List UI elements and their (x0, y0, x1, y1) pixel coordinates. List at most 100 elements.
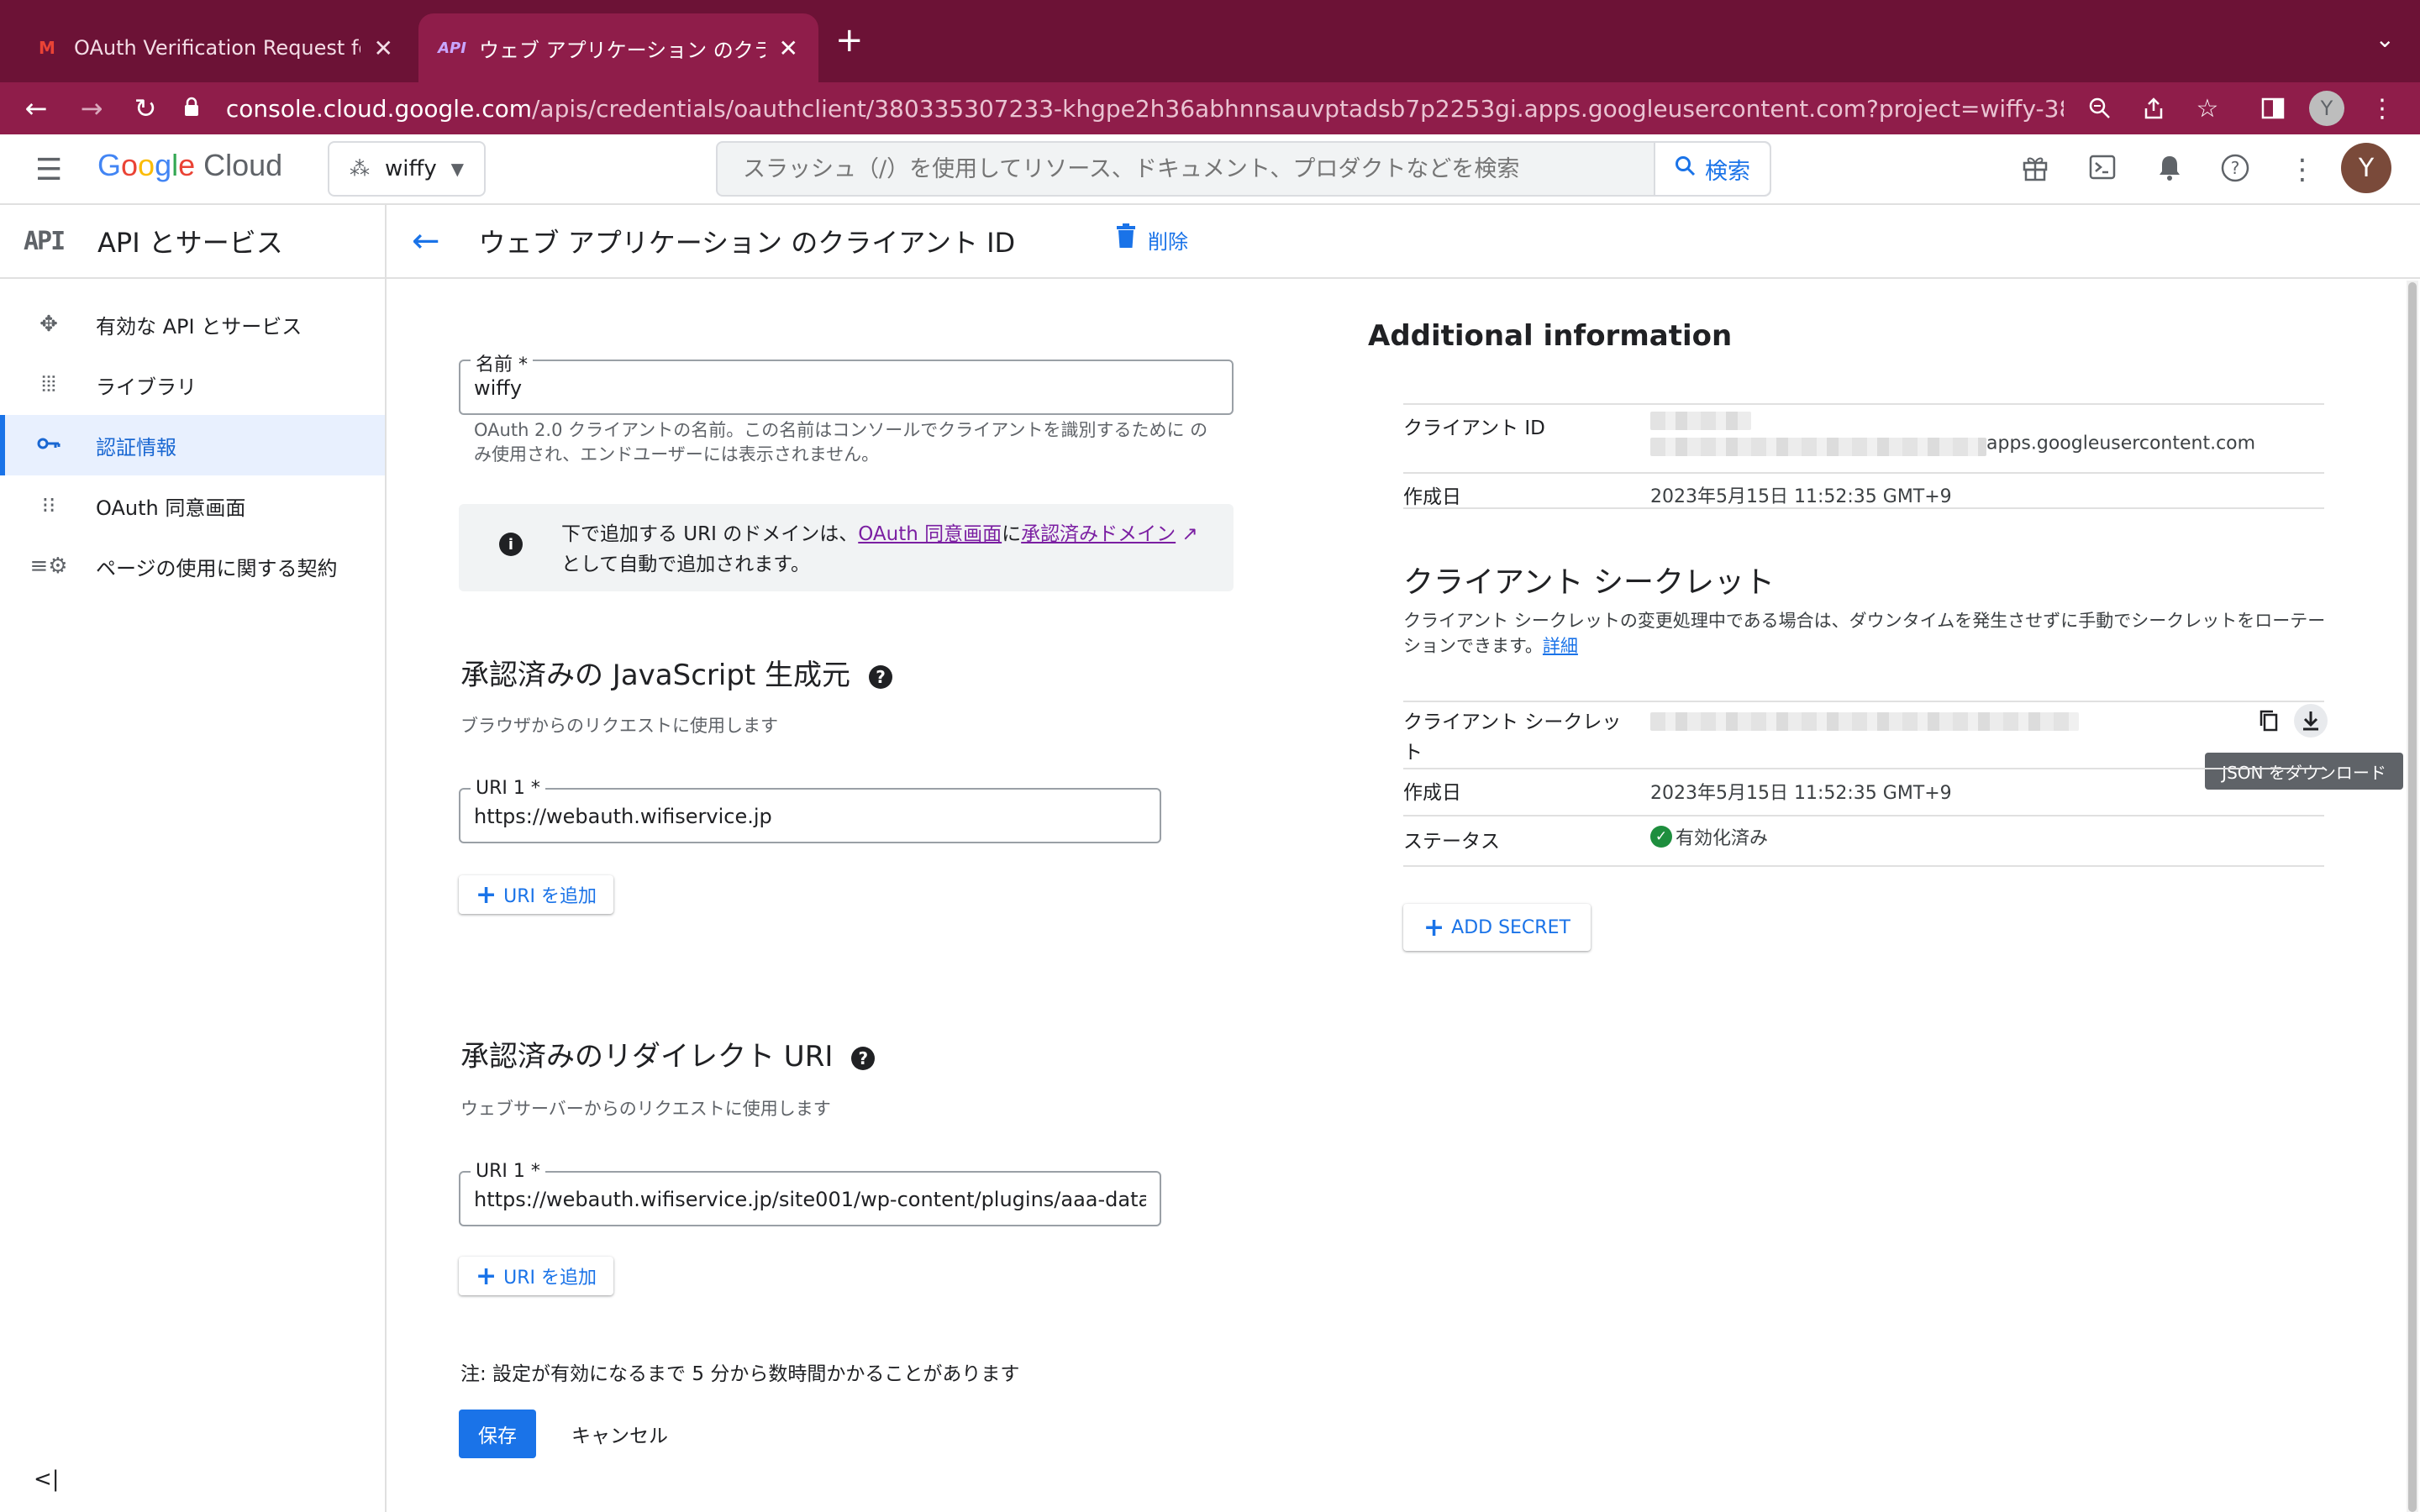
redirect-uri-field[interactable]: URI 1 * https://webauth.wifiservice.jp/s… (459, 1161, 1161, 1226)
redacted-text (1650, 712, 2079, 731)
js-origins-title-text: 承認済みの JavaScript 生成元 (460, 659, 851, 692)
cloud-shell-icon[interactable] (2084, 153, 2121, 189)
plus-icon: + (1423, 912, 1445, 942)
browser-menu-icon[interactable]: ⋮ (2365, 91, 2400, 126)
delete-button[interactable]: 削除 (1116, 223, 1188, 255)
info-text-suffix: として自動で追加されます。 (561, 554, 811, 575)
created-label: 作成日 (1403, 486, 1461, 508)
client-secret-description: クライアント シークレットの変更処理中である場合は、ダウンタイムを発生させずに手… (1403, 608, 2328, 659)
browser-tab-gmail[interactable]: M OAuth Verification Request for ✕ (13, 13, 413, 82)
back-icon[interactable]: ← (18, 91, 54, 126)
more-vert-icon[interactable]: ⋮ (2284, 153, 2321, 186)
divider (1403, 507, 2324, 509)
add-uri-label: URI を追加 (503, 886, 597, 907)
scrollbar-thumb[interactable] (2408, 282, 2417, 1512)
sidebar-item-oauth-consent[interactable]: ⁝⁝ OAuth 同意画面 (0, 475, 385, 536)
details-link[interactable]: 詳細 (1543, 636, 1578, 656)
search-button[interactable]: 検索 (1654, 143, 1770, 195)
search-input[interactable] (718, 143, 1654, 195)
name-field[interactable]: 名前 * wiffy (459, 349, 1234, 415)
add-redirect-uri-button[interactable]: + URI を追加 (459, 1257, 614, 1295)
logo-letter: o (121, 148, 139, 182)
url-host: console.cloud.google.com (225, 94, 532, 123)
tab-search-chevron-icon[interactable]: ⌄ (2375, 25, 2395, 53)
client-secret-value (1650, 711, 2079, 732)
download-icon[interactable] (2294, 704, 2328, 738)
uri-field-value: https://webauth.wifiservice.jp/site001/w… (474, 1188, 1146, 1211)
status-row: ステータス ✓ 有効化済み (1403, 815, 2324, 865)
plus-icon: + (476, 1261, 497, 1291)
help-icon[interactable]: ? (851, 1046, 876, 1070)
forward-icon[interactable]: → (74, 91, 109, 126)
copy-icon[interactable] (2259, 709, 2279, 738)
new-tab-icon[interactable]: + (835, 24, 864, 57)
close-tab-icon[interactable]: ✕ (374, 34, 393, 62)
search-bar: 検索 (716, 141, 1771, 197)
side-panel-icon[interactable] (2255, 91, 2291, 126)
info-icon: i (499, 533, 523, 556)
sidebar-item-label: 認証情報 (96, 435, 176, 459)
divider (1403, 865, 2324, 867)
info-banner-text: 下で追加する URI のドメインは、OAuth 同意画面に承認済みドメイン ↗ … (561, 519, 1198, 580)
account-avatar[interactable]: Y (2341, 143, 2391, 193)
sidebar-item-label: OAuth 同意画面 (96, 496, 246, 520)
sidebar-item-enabled-apis[interactable]: ✥ 有効な API とサービス (0, 294, 385, 354)
bookmark-star-icon[interactable]: ☆ (2190, 91, 2225, 126)
notifications-bell-icon[interactable] (2151, 153, 2188, 189)
collapse-sidebar-icon[interactable]: <| (34, 1467, 60, 1492)
close-tab-icon[interactable]: ✕ (779, 34, 798, 62)
add-secret-button[interactable]: + ADD SECRET (1403, 904, 1591, 951)
help-icon[interactable]: ? (2217, 153, 2254, 191)
created-value: 2023年5月15日 11:52:35 GMT+9 (1650, 486, 1952, 507)
cancel-button[interactable]: キャンセル (556, 1410, 683, 1458)
authorized-domains-link[interactable]: 承認済みドメイン (1021, 523, 1176, 545)
browser-toolbar: ← → ↻ console.cloud.google.com/apis/cred… (0, 82, 2420, 134)
tab-title: ウェブ アプリケーション のクライ (479, 38, 765, 62)
name-field-value: wiffy (474, 376, 523, 400)
gift-icon[interactable] (2017, 153, 2054, 189)
add-uri-label: URI を追加 (503, 1268, 597, 1289)
key-icon (24, 433, 74, 458)
address-bar[interactable]: console.cloud.google.com/apis/credential… (182, 87, 2064, 129)
js-origin-uri-field[interactable]: URI 1 * https://webauth.wifiservice.jp (459, 778, 1161, 843)
menu-icon[interactable]: ☰ (35, 153, 62, 187)
status-label: ステータス (1403, 831, 1500, 853)
back-arrow-icon[interactable]: ← (412, 222, 440, 260)
project-name: wiffy (385, 156, 437, 181)
sidebar-item-library[interactable]: ⦙⦙⦙ ライブラリ (0, 354, 385, 415)
save-button[interactable]: 保存 (459, 1410, 536, 1458)
sidebar-item-credentials[interactable]: 認証情報 (0, 415, 385, 475)
share-icon[interactable] (2136, 91, 2171, 126)
sidebar-item-page-usage-agreements[interactable]: ≡⚙ ページの使用に関する契約 (0, 536, 385, 596)
uri-field-label: URI 1 * (471, 778, 545, 799)
client-id-value: apps.googleusercontent.com (1650, 410, 2255, 456)
api-logo: API (24, 226, 66, 256)
name-field-label: 名前 * (471, 349, 533, 376)
sidebar-item-label: ライブラリ (96, 375, 197, 399)
add-js-origin-uri-button[interactable]: + URI を追加 (459, 875, 614, 914)
sidebar: API API とサービス ✥ 有効な API とサービス ⦙⦙⦙ ライブラリ … (0, 205, 387, 1512)
tab-title: OAuth Verification Request for (74, 36, 360, 60)
help-icon[interactable]: ? (869, 664, 893, 689)
client-id-label: クライアント ID (1403, 417, 1545, 439)
uri-field-label: URI 1 * (471, 1161, 545, 1182)
uri-field-value: https://webauth.wifiservice.jp (474, 805, 772, 828)
logo-letter: o (138, 148, 155, 182)
project-selector[interactable]: ⁂ wiffy ▼ (328, 141, 486, 197)
client-created-row: 作成日 2023年5月15日 11:52:35 GMT+9 (1403, 472, 2324, 509)
settings-list-icon: ≡⚙ (29, 554, 68, 579)
delete-label: 削除 (1148, 229, 1188, 254)
profile-avatar[interactable]: Y (2309, 91, 2344, 126)
zoom-icon[interactable] (2082, 91, 2118, 126)
browser-tab-active[interactable]: API ウェブ アプリケーション のクライ ✕ (418, 13, 818, 82)
google-cloud-logo[interactable]: Google Cloud (97, 148, 282, 183)
oauth-consent-link[interactable]: OAuth 同意画面 (858, 523, 1002, 545)
library-icon: ⦙⦙⦙ (41, 371, 56, 397)
redirect-uris-title-text: 承認済みのリダイレクト URI (460, 1040, 834, 1074)
reload-icon[interactable]: ↻ (128, 91, 163, 126)
diamond-arrows-icon: ✥ (39, 312, 58, 337)
name-helper-text: OAuth 2.0 クライアントの名前。この名前はコンソールでクライアントを識別… (474, 420, 1208, 465)
cloud-header: ☰ GoogleCloud ⁂ wiffy ▼ 検索 ? ⋮ Y (0, 134, 2420, 205)
sidebar-header: API API とサービス (0, 205, 385, 279)
propagation-note: 注: 設定が有効になるまで 5 分から数時間かかることがあります (460, 1363, 1020, 1385)
